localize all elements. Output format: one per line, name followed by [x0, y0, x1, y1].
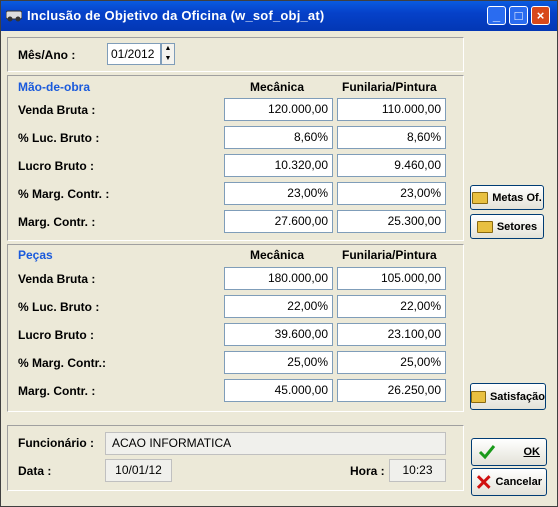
pc-luc-bruto-funilaria[interactable]: 22,00% — [337, 295, 446, 318]
period-input[interactable]: 01/2012 — [107, 43, 161, 65]
column-mecanica: Mecânica — [250, 80, 305, 94]
row-label: % Luc. Bruto : — [18, 300, 100, 314]
column-funilaria: Funilaria/Pintura — [342, 80, 437, 94]
window-title: Inclusão de Objetivo da Oficina (w_sof_o… — [27, 8, 325, 23]
pc-venda-bruta-mecanica[interactable]: 180.000,00 — [224, 267, 333, 290]
pc-lucro-bruto-funilaria[interactable]: 23.100,00 — [337, 323, 446, 346]
folder-icon — [472, 191, 489, 204]
pc-marg-contr-pct-funilaria[interactable]: 25,00% — [337, 351, 446, 374]
hora-label: Hora : — [350, 464, 385, 478]
mo-lucro-bruto-funilaria[interactable]: 9.460,00 — [337, 154, 446, 177]
setores-button-label: Setores — [496, 220, 538, 233]
mo-luc-bruto-funilaria[interactable]: 8,60% — [337, 126, 446, 149]
minimize-button[interactable]: _ — [487, 6, 506, 25]
pc-marg-contr-funilaria[interactable]: 26.250,00 — [337, 379, 446, 402]
cancel-button-label: Cancelar — [495, 476, 542, 488]
metas-button-label: Metas Of. — [492, 191, 542, 204]
period-spinner[interactable]: ▲ ▼ — [161, 43, 175, 65]
setores-button[interactable]: Setores — [470, 214, 544, 239]
period-label: Mês/Ano : — [18, 48, 76, 62]
satisfacao-button-label: Satisfação — [489, 390, 545, 403]
cancel-icon — [476, 475, 491, 489]
period-group — [7, 37, 464, 72]
cancel-button[interactable]: Cancelar — [471, 468, 547, 496]
row-label: Lucro Bruto : — [18, 328, 94, 342]
title-bar[interactable]: Inclusão de Objetivo da Oficina (w_sof_o… — [1, 1, 557, 31]
column-funilaria: Funilaria/Pintura — [342, 248, 437, 262]
row-label: % Marg. Contr. : — [18, 187, 110, 201]
hora-field: 10:23 — [389, 459, 446, 482]
mo-marg-contr-pct-funilaria[interactable]: 23,00% — [337, 182, 446, 205]
pc-luc-bruto-mecanica[interactable]: 22,00% — [224, 295, 333, 318]
funcionario-label: Funcionário : — [18, 436, 94, 450]
mo-venda-bruta-funilaria[interactable]: 110.000,00 — [337, 98, 446, 121]
funcionario-field: ACAO INFORMATICA — [105, 432, 446, 455]
data-field: 10/01/12 — [105, 459, 172, 482]
satisfacao-button[interactable]: Satisfação — [470, 383, 546, 410]
row-label: Marg. Contr. : — [18, 384, 96, 398]
pc-lucro-bruto-mecanica[interactable]: 39.600,00 — [224, 323, 333, 346]
folder-icon — [471, 390, 486, 403]
pecas-title: Peças — [18, 248, 53, 262]
pc-venda-bruta-funilaria[interactable]: 105.000,00 — [337, 267, 446, 290]
row-label: Venda Bruta : — [18, 103, 96, 117]
row-label: % Luc. Bruto : — [18, 131, 100, 145]
row-label: % Marg. Contr.: — [18, 356, 107, 370]
data-label: Data : — [18, 464, 52, 478]
pc-marg-contr-pct-mecanica[interactable]: 25,00% — [224, 351, 333, 374]
pc-marg-contr-mecanica[interactable]: 45.000,00 — [224, 379, 333, 402]
column-mecanica: Mecânica — [250, 248, 305, 262]
app-icon — [6, 10, 22, 22]
mao-de-obra-title: Mão-de-obra — [18, 80, 90, 94]
check-icon — [478, 445, 496, 460]
folder-icon — [476, 220, 493, 233]
maximize-button[interactable]: □ — [509, 6, 528, 25]
mo-venda-bruta-mecanica[interactable]: 120.000,00 — [224, 98, 333, 121]
close-button[interactable]: × — [531, 6, 550, 25]
ok-button[interactable]: OK — [471, 438, 547, 466]
mo-marg-contr-mecanica[interactable]: 27.600,00 — [224, 210, 333, 233]
mo-luc-bruto-mecanica[interactable]: 8,60% — [224, 126, 333, 149]
row-label: Lucro Bruto : — [18, 159, 94, 173]
window: Inclusão de Objetivo da Oficina (w_sof_o… — [0, 0, 558, 507]
mo-marg-contr-funilaria[interactable]: 25.300,00 — [337, 210, 446, 233]
metas-button[interactable]: Metas Of. — [470, 185, 544, 210]
row-label: Marg. Contr. : — [18, 215, 96, 229]
mo-lucro-bruto-mecanica[interactable]: 10.320,00 — [224, 154, 333, 177]
ok-button-label: OK — [523, 446, 541, 458]
row-label: Venda Bruta : — [18, 272, 96, 286]
mo-marg-contr-pct-mecanica[interactable]: 23,00% — [224, 182, 333, 205]
